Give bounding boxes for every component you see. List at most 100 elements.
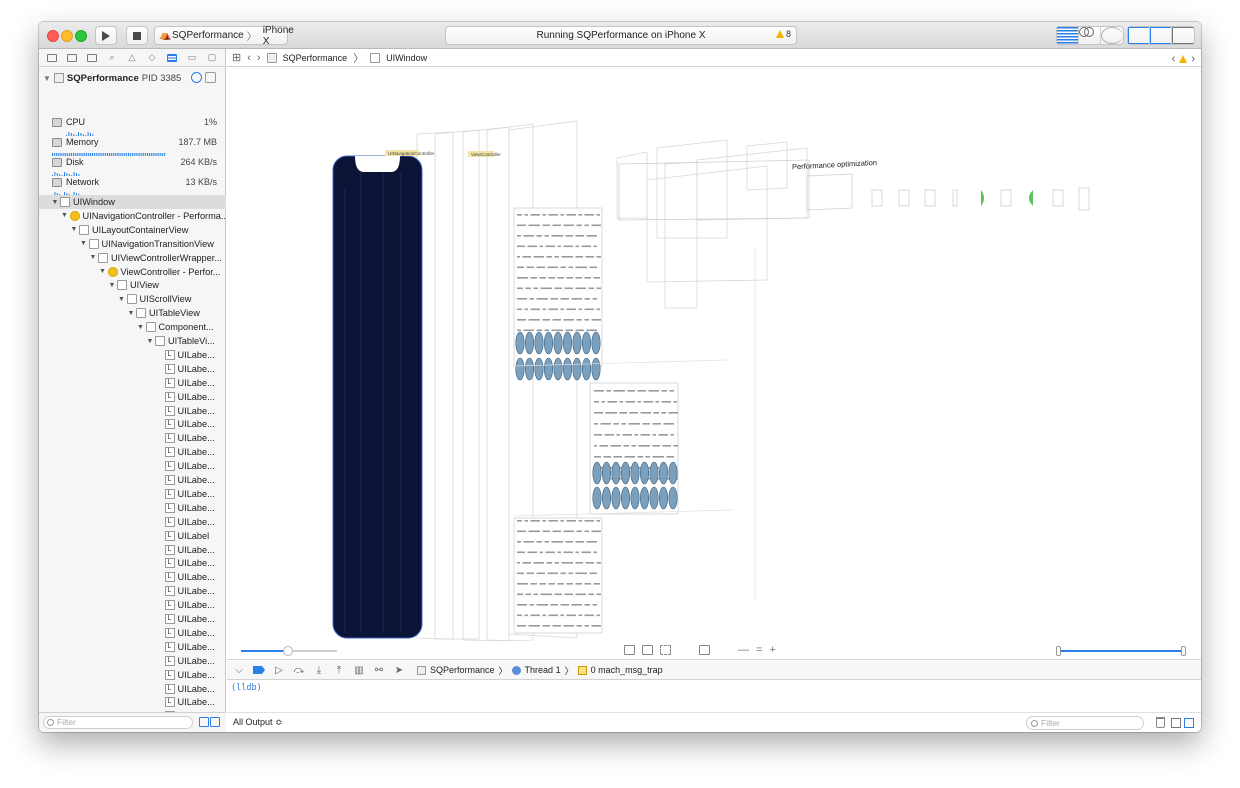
close-window-button[interactable] [47, 30, 59, 42]
trash-icon[interactable] [1156, 717, 1165, 728]
symbol-navigator-tab[interactable] [86, 52, 98, 63]
debug-navigator-tab[interactable] [166, 52, 178, 63]
tree-row[interactable]: LUILabe... [39, 668, 226, 682]
orient-3d-icon[interactable] [699, 645, 710, 655]
tree-row[interactable]: ▼ UIWindow [39, 195, 226, 209]
memory-graph-icon[interactable]: ⚯ [373, 665, 385, 676]
zoom-reset-icon[interactable]: = [756, 644, 762, 656]
tree-row[interactable]: L UILabel [39, 529, 226, 543]
view-hierarchy-icon[interactable]: ▥ [353, 665, 365, 676]
process-row[interactable]: ▼ SQPerformance PID 3385 [39, 69, 226, 87]
tree-row[interactable]: LUILabe... [39, 570, 226, 584]
continue-icon[interactable]: ▷ [273, 665, 285, 676]
gauge-memory[interactable]: Memory 187.7 MB [39, 136, 226, 156]
range-end-handle[interactable] [1181, 646, 1186, 656]
issue-navigator-tab[interactable]: △ [126, 52, 138, 63]
tree-row[interactable]: LUILabe... [39, 376, 226, 390]
find-navigator-tab[interactable]: ⌕ [106, 52, 118, 63]
console-filter-input[interactable]: Filter [1026, 716, 1144, 730]
breakpoint-navigator-tab[interactable]: ▭ [186, 52, 198, 63]
step-over-icon[interactable]: ⤼ [293, 665, 305, 676]
tree-row[interactable]: ▼ UINavigationTransitionView [39, 237, 226, 251]
step-out-icon[interactable]: ⤒ [333, 665, 345, 676]
tree-row[interactable]: LUILabe... [39, 612, 226, 626]
tree-row[interactable]: LUILabe... [39, 640, 226, 654]
tree-row[interactable]: LUILabe... [39, 556, 226, 570]
test-navigator-tab[interactable]: ◇ [146, 52, 158, 63]
console-area[interactable]: (lldb) All Output ≎ Filter [227, 681, 1201, 732]
output-selector[interactable]: All Output ≎ [233, 717, 283, 728]
stop-button[interactable] [126, 26, 148, 45]
tree-row[interactable]: LUILabe... [39, 445, 226, 459]
disclosure-triangle-icon[interactable]: ▼ [127, 310, 135, 317]
tree-row[interactable]: ▼ UIViewControllerWrapper... [39, 251, 226, 265]
tree-row[interactable]: LUILabe... [39, 626, 226, 640]
disclosure-triangle-icon[interactable]: ▼ [80, 240, 88, 247]
standard-editor-button[interactable] [1057, 27, 1079, 44]
forward-arrow-icon[interactable]: › [257, 52, 261, 64]
zoom-out-icon[interactable]: — [738, 644, 749, 656]
back-arrow-icon[interactable]: ‹ [247, 52, 251, 64]
warning-badge[interactable]: 8 [775, 29, 791, 39]
next-issue-icon[interactable]: › [1191, 53, 1195, 65]
gauge-disk[interactable]: Disk 264 KB/s [39, 156, 226, 176]
toggle-utilities-button[interactable] [1172, 27, 1194, 44]
show-constraints-icon[interactable] [642, 645, 653, 655]
disclosure-triangle-icon[interactable]: ▼ [108, 282, 116, 289]
tree-row[interactable]: LUILabe... [39, 473, 226, 487]
tree-row[interactable]: ▼ UIView [39, 278, 226, 292]
spacing-slider-knob[interactable] [283, 646, 293, 656]
debug-crumb-frame[interactable]: 0 mach_msg_trap [591, 665, 663, 675]
breakpoints-toggle-button[interactable] [253, 665, 265, 675]
tree-row[interactable]: LUILabe... [39, 584, 226, 598]
tree-row[interactable]: LUILabe... [39, 417, 226, 431]
source-control-tab[interactable] [66, 52, 78, 63]
related-items-icon[interactable]: ⊞ [232, 51, 241, 64]
disclosure-triangle-icon[interactable]: ▼ [70, 226, 78, 233]
tree-row[interactable]: LUILabe... [39, 348, 226, 362]
disclosure-triangle-icon[interactable]: ▼ [61, 212, 69, 219]
tree-row[interactable]: ▼ UINavigationController - Performa... [39, 209, 226, 223]
variables-view-icon[interactable] [1171, 718, 1181, 728]
tree-row[interactable]: LUILabe... [39, 695, 226, 709]
tree-row[interactable]: LUILabe... [39, 515, 226, 529]
gauge-network[interactable]: Network 13 KB/s [39, 176, 226, 196]
tree-row[interactable]: LUILabe... [39, 501, 226, 515]
tree-row[interactable]: ▼ UILayoutContainerView [39, 223, 226, 237]
view-debugger-canvas[interactable]: UINavigationController ViewController Pe… [227, 68, 1201, 641]
previous-issue-icon[interactable]: ‹ [1172, 53, 1176, 65]
hide-debug-area-icon[interactable]: ⌵ [233, 665, 245, 676]
tree-row[interactable]: LUILabe... [39, 654, 226, 668]
show-primary-views-button[interactable] [210, 717, 220, 727]
tree-row[interactable]: ▼ ViewController - Perfor... [39, 265, 226, 279]
disclosure-triangle-icon[interactable]: ▼ [137, 324, 145, 331]
zoom-window-button[interactable] [75, 30, 87, 42]
gauge-icon[interactable] [191, 72, 202, 83]
tree-row[interactable]: LUILabe... [39, 543, 226, 557]
tree-row[interactable]: ▼ UITableView [39, 306, 226, 320]
breadcrumb-project[interactable]: SQPerformance [283, 53, 348, 63]
show-clipped-content-icon[interactable] [624, 645, 635, 655]
zoom-in-icon[interactable]: + [769, 644, 775, 656]
scheme-selector[interactable]: ⛺ SQPerformance 〉 iPhone X [154, 25, 294, 47]
tree-row[interactable]: LUILabe... [39, 487, 226, 501]
minimize-window-button[interactable] [61, 30, 73, 42]
tree-row[interactable]: LUILabe... [39, 390, 226, 404]
breadcrumb-window[interactable]: UIWindow [386, 53, 427, 63]
spacing-slider[interactable] [241, 646, 337, 656]
tree-row[interactable]: ▼ UITableVi... [39, 334, 226, 348]
assistant-editor-button[interactable] [1079, 27, 1101, 44]
tree-row[interactable]: LUILabe... [39, 598, 226, 612]
tree-row[interactable]: LUILabe... [39, 682, 226, 696]
show-only-visible-button[interactable] [199, 717, 209, 727]
visible-range-slider[interactable] [1056, 646, 1186, 656]
tree-row[interactable]: LUILabe... [39, 362, 226, 376]
tree-row[interactable]: ▼ Component... [39, 320, 226, 334]
toggle-debug-area-button[interactable] [1150, 27, 1172, 44]
disclosure-triangle-icon[interactable]: ▼ [51, 199, 59, 206]
console-view-icon[interactable] [1184, 718, 1194, 728]
step-into-icon[interactable]: ⤓ [313, 665, 325, 676]
disclosure-triangle-icon[interactable]: ▼ [99, 268, 107, 275]
navigator-filter-input[interactable]: Filter [43, 716, 193, 729]
project-navigator-tab[interactable] [46, 52, 58, 63]
